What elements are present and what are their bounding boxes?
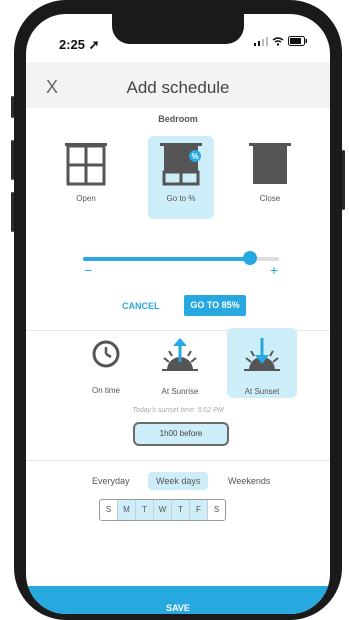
status-time: 2:25 ➚ bbox=[59, 37, 100, 52]
page-title: Add schedule bbox=[126, 78, 230, 97]
option-label: Go to % bbox=[166, 194, 196, 203]
frequency-weekends[interactable]: Weekends bbox=[228, 476, 270, 486]
notch bbox=[112, 14, 244, 44]
header-bar: X Add schedule bbox=[26, 62, 330, 108]
day-monday[interactable]: M bbox=[118, 500, 136, 520]
day-wednesday[interactable]: W bbox=[154, 500, 172, 520]
trigger-sunset[interactable]: At Sunset bbox=[237, 334, 287, 399]
status-icons bbox=[254, 36, 308, 46]
battery-icon bbox=[288, 36, 307, 46]
increase-button[interactable]: + bbox=[270, 262, 278, 278]
sunset-icon bbox=[244, 338, 280, 371]
sunset-time-note: Today's sunset time: 5:02 PM bbox=[132, 407, 224, 414]
room-name: Bedroom bbox=[158, 114, 198, 124]
cancel-button[interactable]: CANCEL bbox=[122, 301, 160, 311]
volume-down-button bbox=[11, 192, 14, 232]
trigger-label: On time bbox=[91, 386, 120, 395]
shade-closed-icon bbox=[249, 143, 291, 184]
location-icon: ➚ bbox=[88, 37, 100, 52]
clock-icon bbox=[92, 340, 120, 368]
trigger-on-time[interactable]: On time bbox=[81, 339, 131, 399]
power-button bbox=[342, 150, 345, 210]
save-button[interactable]: SAVE bbox=[26, 586, 330, 614]
app-screen: 2:25 ➚ X Add schedule Bedroom Open % Go … bbox=[26, 14, 330, 614]
wifi-icon bbox=[272, 36, 284, 46]
signal-icon bbox=[254, 36, 268, 46]
day-picker: S M T W T F S bbox=[99, 499, 226, 521]
day-tuesday[interactable]: T bbox=[136, 500, 154, 520]
go-to-button[interactable]: GO TO 85% bbox=[184, 295, 246, 316]
day-thursday[interactable]: T bbox=[172, 500, 190, 520]
shade-percent-icon: % bbox=[160, 143, 202, 186]
option-open[interactable]: Open bbox=[56, 140, 116, 220]
sunrise-icon bbox=[162, 338, 198, 371]
frequency-week-days[interactable]: Week days bbox=[148, 472, 209, 490]
volume-up-button bbox=[11, 140, 14, 180]
option-label: Close bbox=[259, 194, 281, 203]
time-offset-button[interactable]: 1h00 before bbox=[133, 422, 229, 446]
day-friday[interactable]: F bbox=[190, 500, 208, 520]
trigger-label: At Sunset bbox=[244, 387, 280, 396]
frequency-everyday[interactable]: Everyday bbox=[92, 476, 130, 486]
mute-switch bbox=[11, 96, 14, 118]
decrease-button[interactable]: − bbox=[84, 262, 92, 278]
divider bbox=[26, 460, 330, 461]
percent-badge: % bbox=[191, 152, 198, 161]
day-saturday[interactable]: S bbox=[208, 500, 225, 520]
position-slider[interactable] bbox=[83, 251, 279, 265]
slider-fill bbox=[83, 257, 250, 261]
slider-knob[interactable] bbox=[242, 251, 257, 265]
option-label: Open bbox=[76, 194, 96, 203]
option-go-to-percent[interactable]: % Go to % bbox=[151, 140, 211, 220]
option-close[interactable]: Close bbox=[240, 140, 300, 220]
trigger-sunrise[interactable]: At Sunrise bbox=[155, 334, 205, 399]
window-open-icon bbox=[65, 143, 107, 186]
day-sunday[interactable]: S bbox=[100, 500, 118, 520]
trigger-label: At Sunrise bbox=[161, 387, 199, 396]
